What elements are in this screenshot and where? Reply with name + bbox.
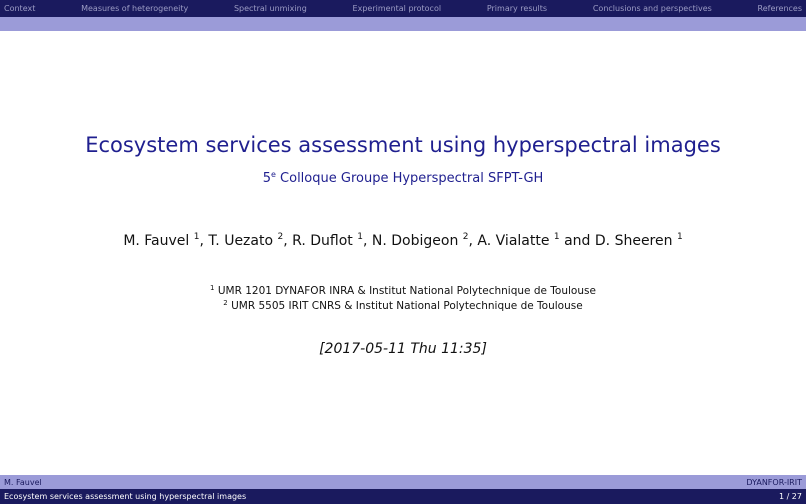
footer-title-bar: Ecosystem services assessment using hype… <box>0 489 806 504</box>
affiliation-text: UMR 1201 DYNAFOR INRA & Institut Nationa… <box>217 285 596 297</box>
author-name: T. Uezato <box>208 233 274 249</box>
section-navigation-bar: Context Measures of heterogeneity Spectr… <box>0 0 806 17</box>
slide-subtitle: 5e Colloque Groupe Hyperspectral SFPT-GH <box>0 170 806 186</box>
slide-date: [2017-05-11 Thu 11:35] <box>319 341 487 357</box>
subtitle-rest: Colloque Groupe Hyperspectral SFPT-GH <box>275 171 544 186</box>
affiliation-2: 2 UMR 5505 IRIT CNRS & Institut National… <box>0 299 806 312</box>
author-name: N. Dobigeon <box>371 233 459 249</box>
author-affiliation: 2 <box>277 232 284 242</box>
nav-item-primary-results[interactable]: Primary results <box>487 4 547 13</box>
nav-item-context[interactable]: Context <box>4 4 35 13</box>
author-name: A. Vialatte <box>477 233 550 249</box>
author-affiliation: 2 <box>462 232 469 242</box>
author-name: R. Duflot <box>292 233 353 249</box>
affiliation-number: 2 <box>223 299 228 307</box>
subsection-bar <box>0 17 806 31</box>
affiliation-1: 1 UMR 1201 DYNAFOR INRA & Institut Natio… <box>0 284 806 297</box>
nav-item-measures-of-heterogeneity[interactable]: Measures of heterogeneity <box>81 4 188 13</box>
footer-author-bar: M. Fauvel DYANFOR-IRIT <box>0 475 806 489</box>
footer-author: M. Fauvel <box>4 477 42 487</box>
footer-page-number: 1 / 27 <box>778 492 802 501</box>
nav-item-references[interactable]: References <box>758 4 802 13</box>
author-name: D. Sheeren <box>594 233 673 249</box>
subtitle-prefix: 5 <box>262 171 271 186</box>
author-list: M. Fauvel 1, T. Uezato 2, R. Duflot 1, N… <box>123 232 683 249</box>
slide-title: Ecosystem services assessment using hype… <box>85 133 721 157</box>
affiliation-text: UMR 5505 IRIT CNRS & Institut National P… <box>231 300 583 312</box>
footer-short-title: Ecosystem services assessment using hype… <box>4 492 247 501</box>
nav-item-conclusions-and-perspectives[interactable]: Conclusions and perspectives <box>593 4 712 13</box>
affiliation-number: 1 <box>210 284 215 292</box>
author-affiliation: 1 <box>553 232 560 242</box>
author-affiliation: 1 <box>357 232 363 242</box>
author-name: M. Fauvel <box>123 233 190 249</box>
author-affiliation: 1 <box>193 232 200 242</box>
footer-institute: DYANFOR-IRIT <box>746 477 802 487</box>
author-affiliation: 1 <box>676 232 683 242</box>
nav-item-experimental-protocol[interactable]: Experimental protocol <box>353 4 442 13</box>
nav-item-spectral-unmixing[interactable]: Spectral unmixing <box>234 4 307 13</box>
